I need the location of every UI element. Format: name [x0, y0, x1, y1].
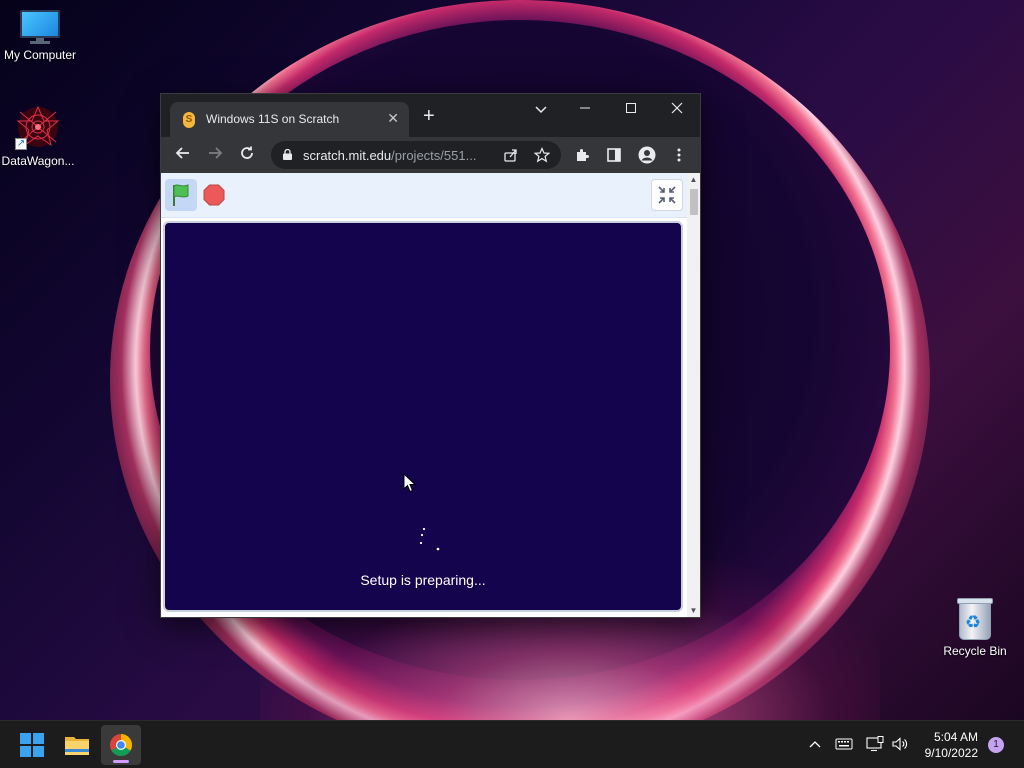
back-arrow-icon	[175, 147, 189, 159]
forward-arrow-icon	[209, 147, 223, 159]
computer-icon	[18, 10, 62, 44]
green-flag-icon	[173, 184, 189, 206]
scratch-stage[interactable]: Setup is preparing...	[163, 221, 683, 612]
maximize-icon	[626, 103, 636, 113]
address-bar[interactable]: scratch.mit.edu/projects/551...	[271, 141, 561, 169]
close-icon	[671, 102, 683, 114]
start-icon	[20, 733, 44, 757]
stop-sign-icon	[203, 184, 225, 206]
title-bar[interactable]: S Windows 11S on Scratch ✕ +	[161, 94, 700, 137]
minimize-button[interactable]	[562, 94, 608, 124]
more-menu-icon[interactable]	[671, 147, 687, 163]
keyboard-icon[interactable]	[835, 737, 853, 751]
desktop-icon-recycle-bin[interactable]: ♻ Recycle Bin	[935, 598, 1015, 658]
file-explorer-button[interactable]	[57, 725, 97, 765]
network-icon[interactable]	[866, 736, 884, 752]
file-explorer-icon	[65, 737, 89, 755]
close-tab-icon[interactable]: ✕	[387, 110, 399, 127]
url-path: /projects/551...	[391, 148, 477, 163]
forward-button[interactable]	[205, 145, 225, 165]
scroll-up-arrow-icon[interactable]: ▲	[689, 175, 698, 184]
new-tab-button[interactable]: +	[423, 106, 435, 126]
desktop-icon-my-computer[interactable]: My Computer	[0, 10, 80, 62]
reload-button[interactable]	[237, 145, 257, 165]
url-host: scratch.mit.edu	[303, 148, 392, 163]
back-button[interactable]	[173, 145, 193, 165]
scroll-down-arrow-icon[interactable]: ▼	[689, 606, 698, 615]
browser-tab[interactable]: S Windows 11S on Scratch ✕	[170, 102, 409, 137]
extensions-puzzle-icon[interactable]	[574, 147, 590, 163]
green-flag-button[interactable]	[165, 179, 197, 211]
volume-icon[interactable]	[891, 736, 909, 752]
maximize-button[interactable]	[608, 94, 654, 124]
mouse-cursor-icon	[403, 473, 417, 493]
profile-avatar-icon[interactable]	[638, 146, 656, 164]
active-app-indicator	[113, 760, 129, 763]
exit-fullscreen-icon	[658, 186, 676, 204]
start-button[interactable]	[12, 725, 52, 765]
desktop-icon-label: DataWagon...	[1, 154, 75, 168]
desktop-icon-label: My Computer	[3, 48, 77, 62]
clock-date: 9/10/2022	[924, 746, 978, 760]
reload-icon	[241, 146, 253, 159]
side-panel-icon[interactable]	[606, 147, 622, 163]
stop-button[interactable]	[201, 182, 227, 208]
taskbar: 5:04 AM 9/10/2022 1	[0, 720, 1024, 768]
minimize-icon	[580, 107, 590, 109]
desktop-icon-label: Recycle Bin	[943, 644, 1007, 658]
page-content: Setup is preparing... ▲ ▼	[161, 173, 700, 617]
scratch-favicon-icon: S	[183, 112, 195, 128]
share-icon[interactable]	[503, 147, 519, 163]
recycle-bin-icon: ♻	[957, 598, 993, 640]
setup-status-text: Setup is preparing...	[360, 572, 486, 588]
chrome-icon	[110, 734, 132, 756]
clock-time: 5:04 AM	[933, 730, 978, 744]
close-window-button[interactable]	[654, 94, 700, 124]
tab-search-icon[interactable]	[533, 102, 549, 118]
scrollbar-thumb[interactable]	[690, 189, 698, 215]
tab-title: Windows 11S on Scratch	[206, 112, 340, 126]
show-hidden-icons-chevron-icon[interactable]	[808, 737, 822, 751]
url-text[interactable]: scratch.mit.edu/projects/551...	[303, 148, 476, 163]
notification-badge[interactable]: 1	[988, 737, 1004, 753]
browser-toolbar: scratch.mit.edu/projects/551...	[161, 137, 700, 173]
chrome-taskbar-button[interactable]	[101, 725, 141, 765]
loading-spinner-icon	[419, 527, 440, 551]
datawagon-icon: ↗	[15, 104, 61, 150]
lock-icon[interactable]	[283, 149, 292, 160]
bookmark-star-icon[interactable]	[534, 147, 550, 163]
shortcut-arrow-icon: ↗	[15, 138, 27, 150]
scratch-controls-bar	[161, 173, 687, 218]
vertical-scrollbar[interactable]: ▲ ▼	[687, 173, 700, 617]
chrome-window[interactable]: S Windows 11S on Scratch ✕ + scratch.mit…	[160, 93, 701, 618]
desktop-icon-datawagon[interactable]: ↗ DataWagon...	[0, 104, 78, 168]
exit-fullscreen-button[interactable]	[651, 179, 683, 211]
taskbar-clock[interactable]: 5:04 AM 9/10/2022	[925, 729, 978, 761]
